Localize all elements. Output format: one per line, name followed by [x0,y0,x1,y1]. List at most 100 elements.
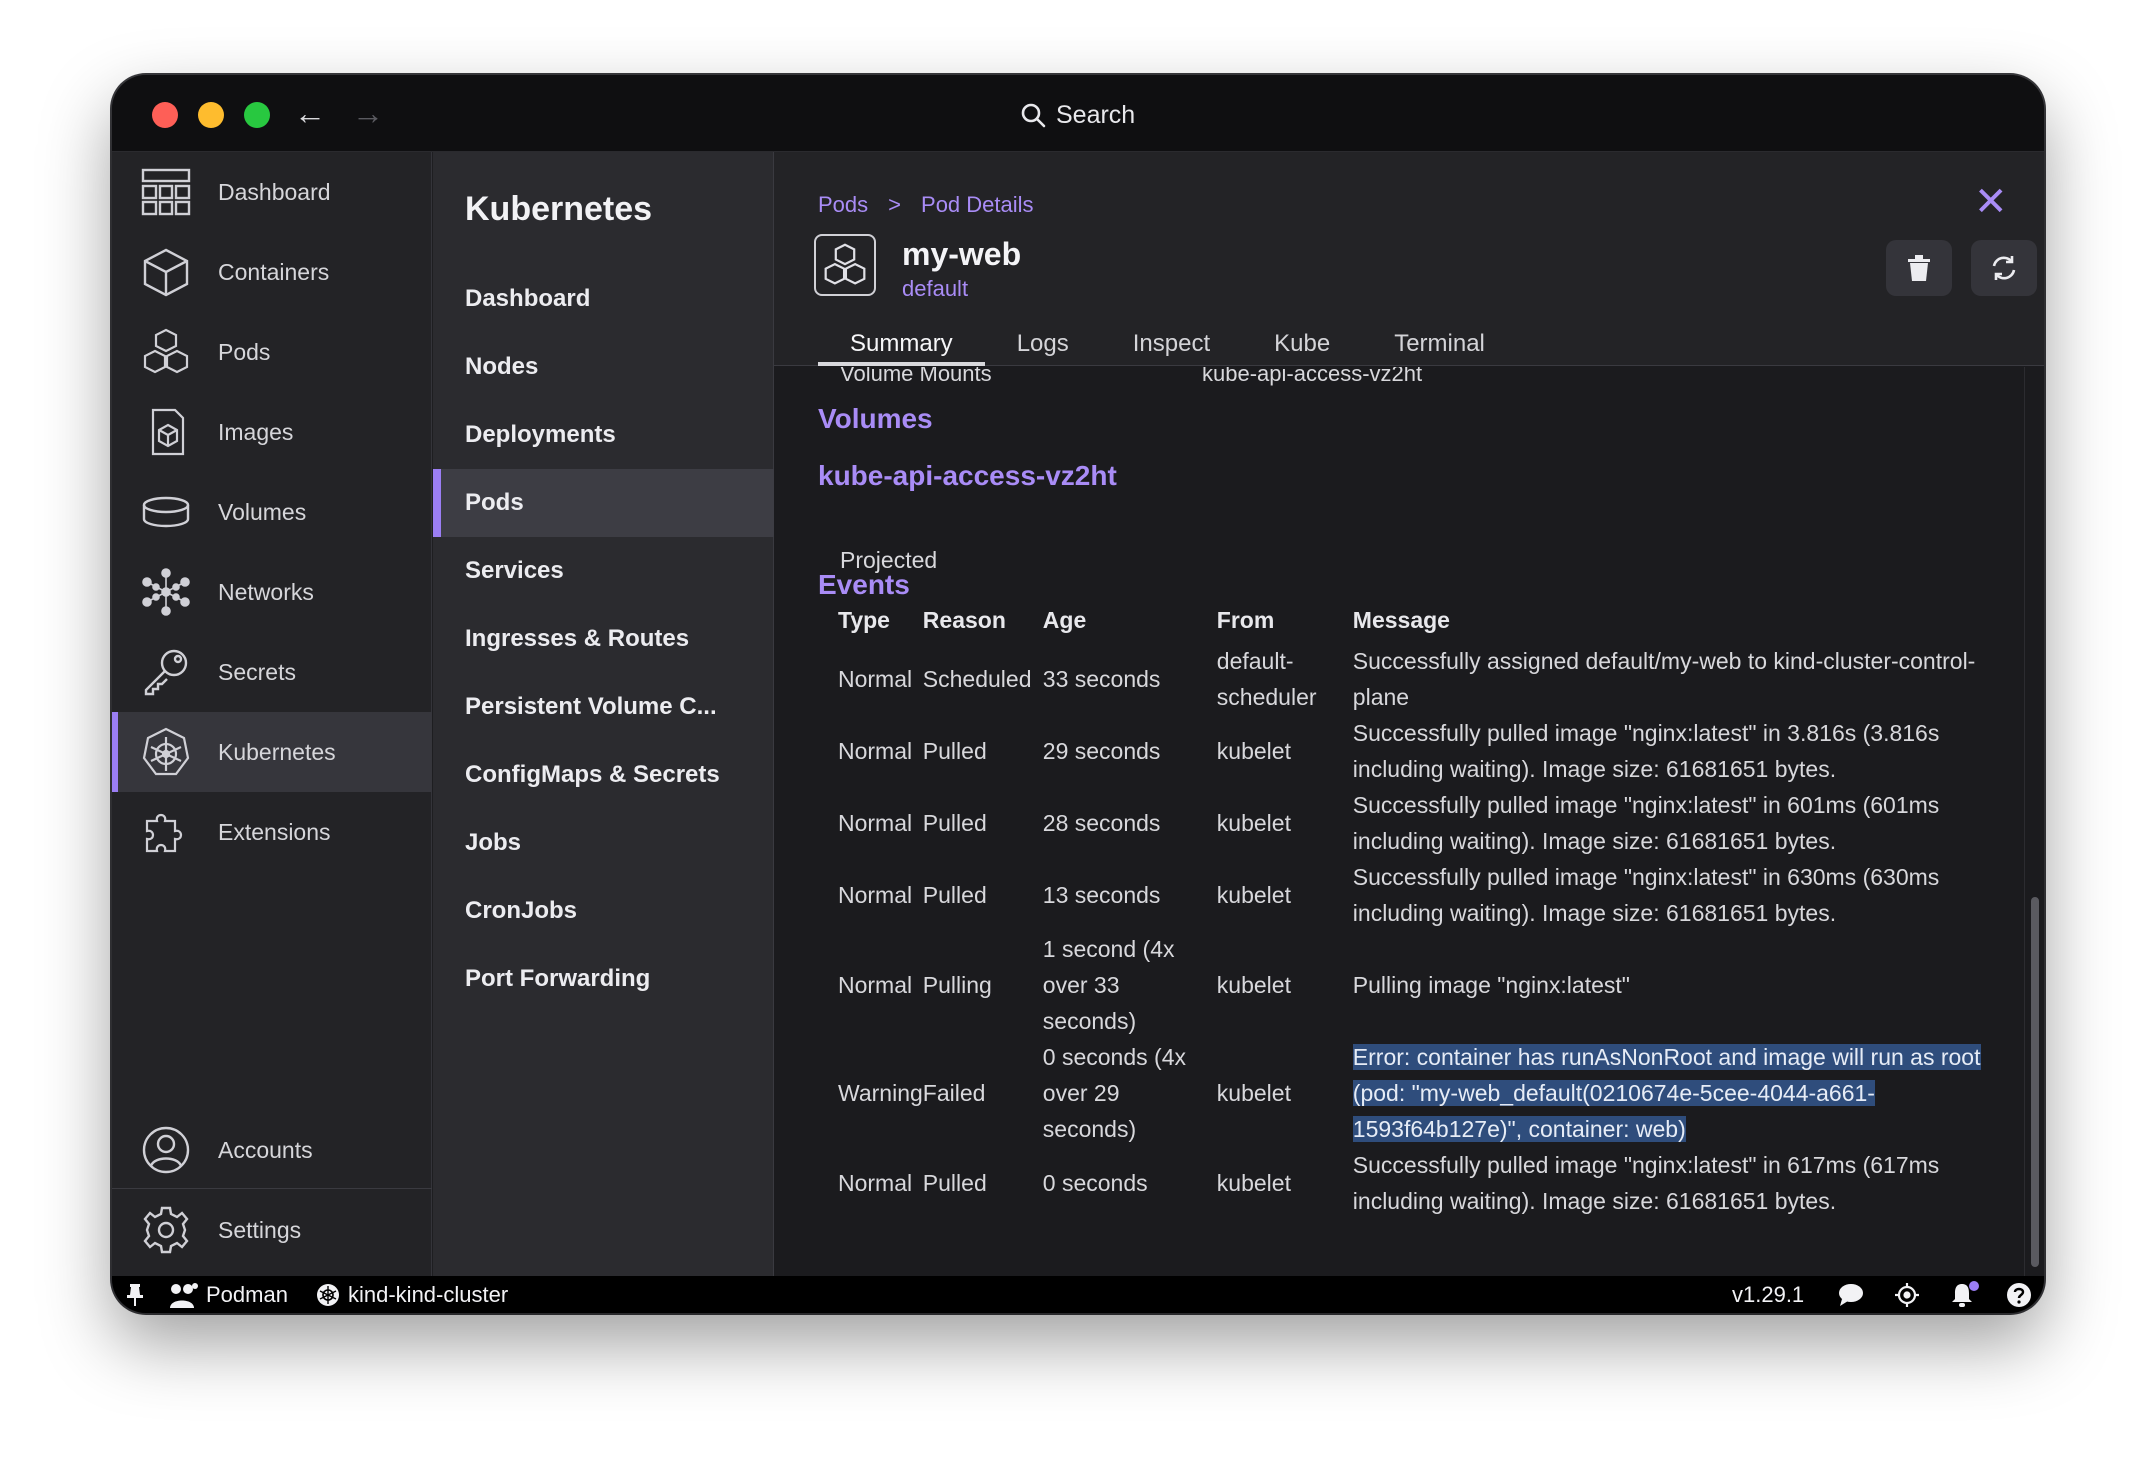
key-icon [138,644,194,700]
event-reason: Pulling [922,972,992,998]
event-type: Normal [838,666,913,692]
sidebar-item-label: Networks [218,578,314,605]
column-header-type: Type [838,607,890,633]
pin-icon[interactable] [126,1276,144,1313]
sidebar-item-images[interactable]: Images [112,392,432,472]
event-age: 1 second (4x over 33 seconds) [1042,936,1175,1034]
subnav-item-pvc[interactable]: Persistent Volume C... [433,673,774,741]
subnav-item-port-forwarding[interactable]: Port Forwarding [433,945,774,1013]
event-type: Normal [838,882,913,908]
selected-text[interactable]: Error: container has runAsNonRoot and im… [1352,1044,1981,1142]
kube-context[interactable]: kind-kind-cluster [316,1276,508,1313]
scrollbar[interactable] [2024,367,2044,1276]
subnav-item-cronjobs[interactable]: CronJobs [433,877,774,945]
subnav-item-nodes[interactable]: Nodes [433,333,774,401]
tab-summary[interactable]: Summary [818,322,985,366]
tab-inspect[interactable]: Inspect [1101,322,1242,366]
breadcrumb: Pods > Pod Details [818,192,1034,218]
search-label: Search [1056,100,1136,129]
helm-icon [317,1283,339,1306]
sidebar-item-pods[interactable]: Pods [112,312,432,392]
sidebar-item-networks[interactable]: Networks [112,552,432,632]
tab-logs[interactable]: Logs [985,322,1101,366]
event-message: Pulling image "nginx:latest" [1352,972,1630,998]
sidebar-item-extensions[interactable]: Extensions [112,792,432,872]
page-title: my-web [902,236,1022,272]
column-header-age: Age [1042,607,1087,633]
tab-kube[interactable]: Kube [1242,322,1362,366]
subnav-item-jobs[interactable]: Jobs [433,809,774,877]
network-icon [138,564,194,620]
event-type: Normal [838,1170,913,1196]
gear-icon [138,1202,194,1258]
sidebar-item-secrets[interactable]: Secrets [112,632,432,712]
event-from: kubelet [1216,738,1291,764]
table-row: Normal Pulled 0 seconds kubelet Successf… [818,1147,2003,1219]
sidebar-item-label: Images [218,418,294,445]
sidebar-item-kubernetes[interactable]: Kubernetes [112,712,432,792]
event-message: Successfully pulled image "nginx:latest"… [1352,1152,1940,1214]
engine-status[interactable]: Podman [168,1276,288,1313]
sidebar-item-dashboard[interactable]: Dashboard [112,152,432,232]
events-header-row: Type Reason Age From Message [818,607,2003,643]
forward-arrow-icon[interactable]: → [352,95,384,131]
event-message: Successfully pulled image "nginx:latest"… [1352,792,1940,854]
delete-button[interactable] [1886,240,1952,296]
search-button[interactable]: Search [1020,97,1135,133]
refresh-icon [1992,256,2016,280]
column-header-reason: Reason [922,607,1006,633]
cube-icon [138,244,194,300]
event-message: Successfully pulled image "nginx:latest"… [1352,720,1940,782]
notification-bell-icon[interactable] [1950,1276,1980,1313]
maximize-window-button[interactable] [244,102,270,128]
events-heading: Events [818,569,910,600]
pod-icon [814,234,876,296]
subnav-item-services[interactable]: Services [433,537,774,605]
subnav-item-dashboard[interactable]: Dashboard [433,265,774,333]
sidebar-item-label: Pods [218,338,271,365]
minimize-window-button[interactable] [198,102,224,128]
event-from: default-scheduler [1216,648,1317,710]
summary-content: Volume Mounts kube-api-access-vz2ht Volu… [774,367,2024,1276]
sidebar-item-containers[interactable]: Containers [112,232,432,312]
close-icon[interactable]: ✕ [1974,182,2008,222]
event-age: 13 seconds [1042,882,1161,908]
help-icon[interactable] [2006,1276,2032,1313]
tab-bar: Summary Logs Inspect Kube Terminal [818,322,1517,366]
tab-terminal[interactable]: Terminal [1362,322,1517,366]
event-reason: Pulled [922,738,987,764]
sidebar-item-settings[interactable]: Settings [112,1190,432,1270]
column-header-message: Message [1352,607,1450,633]
restart-button[interactable] [1971,240,2037,296]
breadcrumb-current: Pod Details [921,192,1034,217]
event-type: Warning [838,1080,923,1106]
subnav-item-deployments[interactable]: Deployments [433,401,774,469]
back-arrow-icon[interactable]: ← [294,95,326,131]
event-reason: Pulled [922,810,987,836]
event-message: Successfully assigned default/my-web to … [1352,648,1976,710]
table-row: Normal Pulled 28 seconds kubelet Success… [818,787,2003,859]
scrollbar-thumb[interactable] [2031,897,2039,1267]
subnav-item-configmaps[interactable]: ConfigMaps & Secrets [433,741,774,809]
sidebar-item-label: Settings [218,1216,302,1243]
event-from: kubelet [1216,882,1291,908]
event-type: Normal [838,810,913,836]
main-sidebar: Dashboard Containers Pods Images Volumes… [112,152,432,1276]
close-window-button[interactable] [152,102,178,128]
sidebar-item-accounts[interactable]: Accounts [112,1110,432,1190]
subnav-item-pods[interactable]: Pods [433,469,774,537]
event-from: kubelet [1216,1080,1291,1106]
target-icon[interactable] [1894,1276,1920,1313]
event-from: kubelet [1216,972,1291,998]
chat-icon[interactable] [1838,1276,1864,1313]
subnav-item-ingresses[interactable]: Ingresses & Routes [433,605,774,673]
version-label[interactable]: v1.29.1 [1732,1276,1804,1313]
helm-icon [138,724,194,780]
event-type: Normal [838,738,913,764]
title-bar: ← → Search [112,75,2044,152]
user-icon [138,1122,194,1178]
breadcrumb-pods-link[interactable]: Pods [818,192,868,218]
column-header-from: From [1216,607,1275,633]
event-reason: Pulled [922,1170,987,1196]
sidebar-item-volumes[interactable]: Volumes [112,472,432,552]
